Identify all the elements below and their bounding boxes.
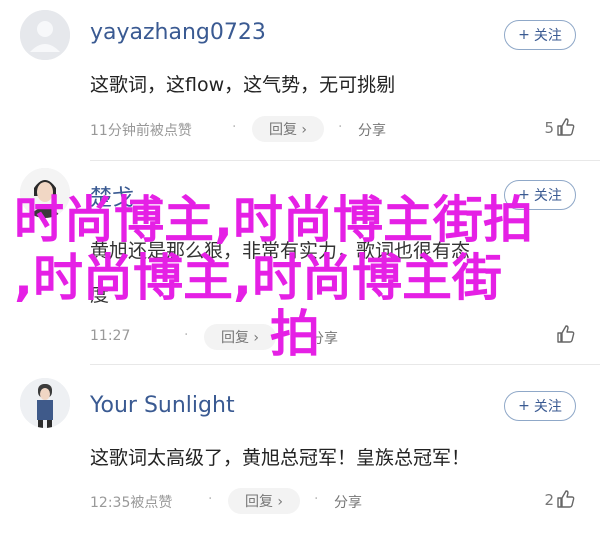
plus-icon: + xyxy=(518,27,530,43)
follow-button[interactable]: + 关注 xyxy=(504,20,576,50)
like-count: 5 xyxy=(544,119,554,137)
comment-text: 这歌词太高级了，黄旭总冠军！皇族总冠军！ xyxy=(90,447,471,469)
plus-icon: + xyxy=(518,398,530,414)
share-label: 分享 xyxy=(334,495,362,511)
avatar[interactable] xyxy=(20,10,70,60)
follow-button[interactable]: + 关注 xyxy=(504,391,576,421)
divider xyxy=(90,364,600,365)
like-button[interactable]: 5 xyxy=(544,117,576,137)
reply-button[interactable]: 回复 › xyxy=(252,116,324,142)
overlay-title-line-3: 拍 xyxy=(270,305,320,363)
thumbs-up-icon xyxy=(557,325,575,343)
reply-button[interactable]: 回复 › xyxy=(204,324,276,350)
thumbs-up-icon xyxy=(557,118,575,136)
like-button[interactable]: 2 xyxy=(544,489,576,509)
thumbs-up-icon xyxy=(557,490,575,508)
like-count: 2 xyxy=(544,491,554,509)
like-button[interactable] xyxy=(554,324,576,344)
separator-dot: · xyxy=(208,491,213,507)
avatar[interactable] xyxy=(20,378,70,428)
follow-label: 关注 xyxy=(533,399,562,415)
separator-dot: · xyxy=(232,119,237,135)
comment-time: 11分钟前被点赞 xyxy=(90,123,192,139)
follow-label: 关注 xyxy=(533,188,562,204)
separator-dot: · xyxy=(314,491,319,507)
share-label: 分享 xyxy=(358,123,386,139)
user-avatar-icon xyxy=(20,378,70,428)
follow-label: 关注 xyxy=(533,28,562,44)
comment-text: 这歌词，这flow，这气势，无可挑剔 xyxy=(90,74,396,96)
username[interactable]: Your Sunlight xyxy=(90,393,235,418)
share-button[interactable]: 分享 xyxy=(358,120,386,140)
default-avatar-icon xyxy=(20,10,70,60)
separator-dot: · xyxy=(184,327,189,343)
separator-dot: · xyxy=(338,119,343,135)
reply-button[interactable]: 回复 › xyxy=(228,488,300,514)
comment-time: 12:35被点赞 xyxy=(90,495,173,511)
overlay-title-line-1: 时尚博主,时尚博主街拍 xyxy=(14,191,533,249)
username[interactable]: yayazhang0723 xyxy=(90,20,266,45)
divider xyxy=(90,160,600,161)
overlay-title-line-2: ,时尚博主,时尚博主街 xyxy=(14,249,502,307)
comment-time: 11:27 xyxy=(90,328,131,344)
share-button[interactable]: 分享 xyxy=(334,492,362,512)
